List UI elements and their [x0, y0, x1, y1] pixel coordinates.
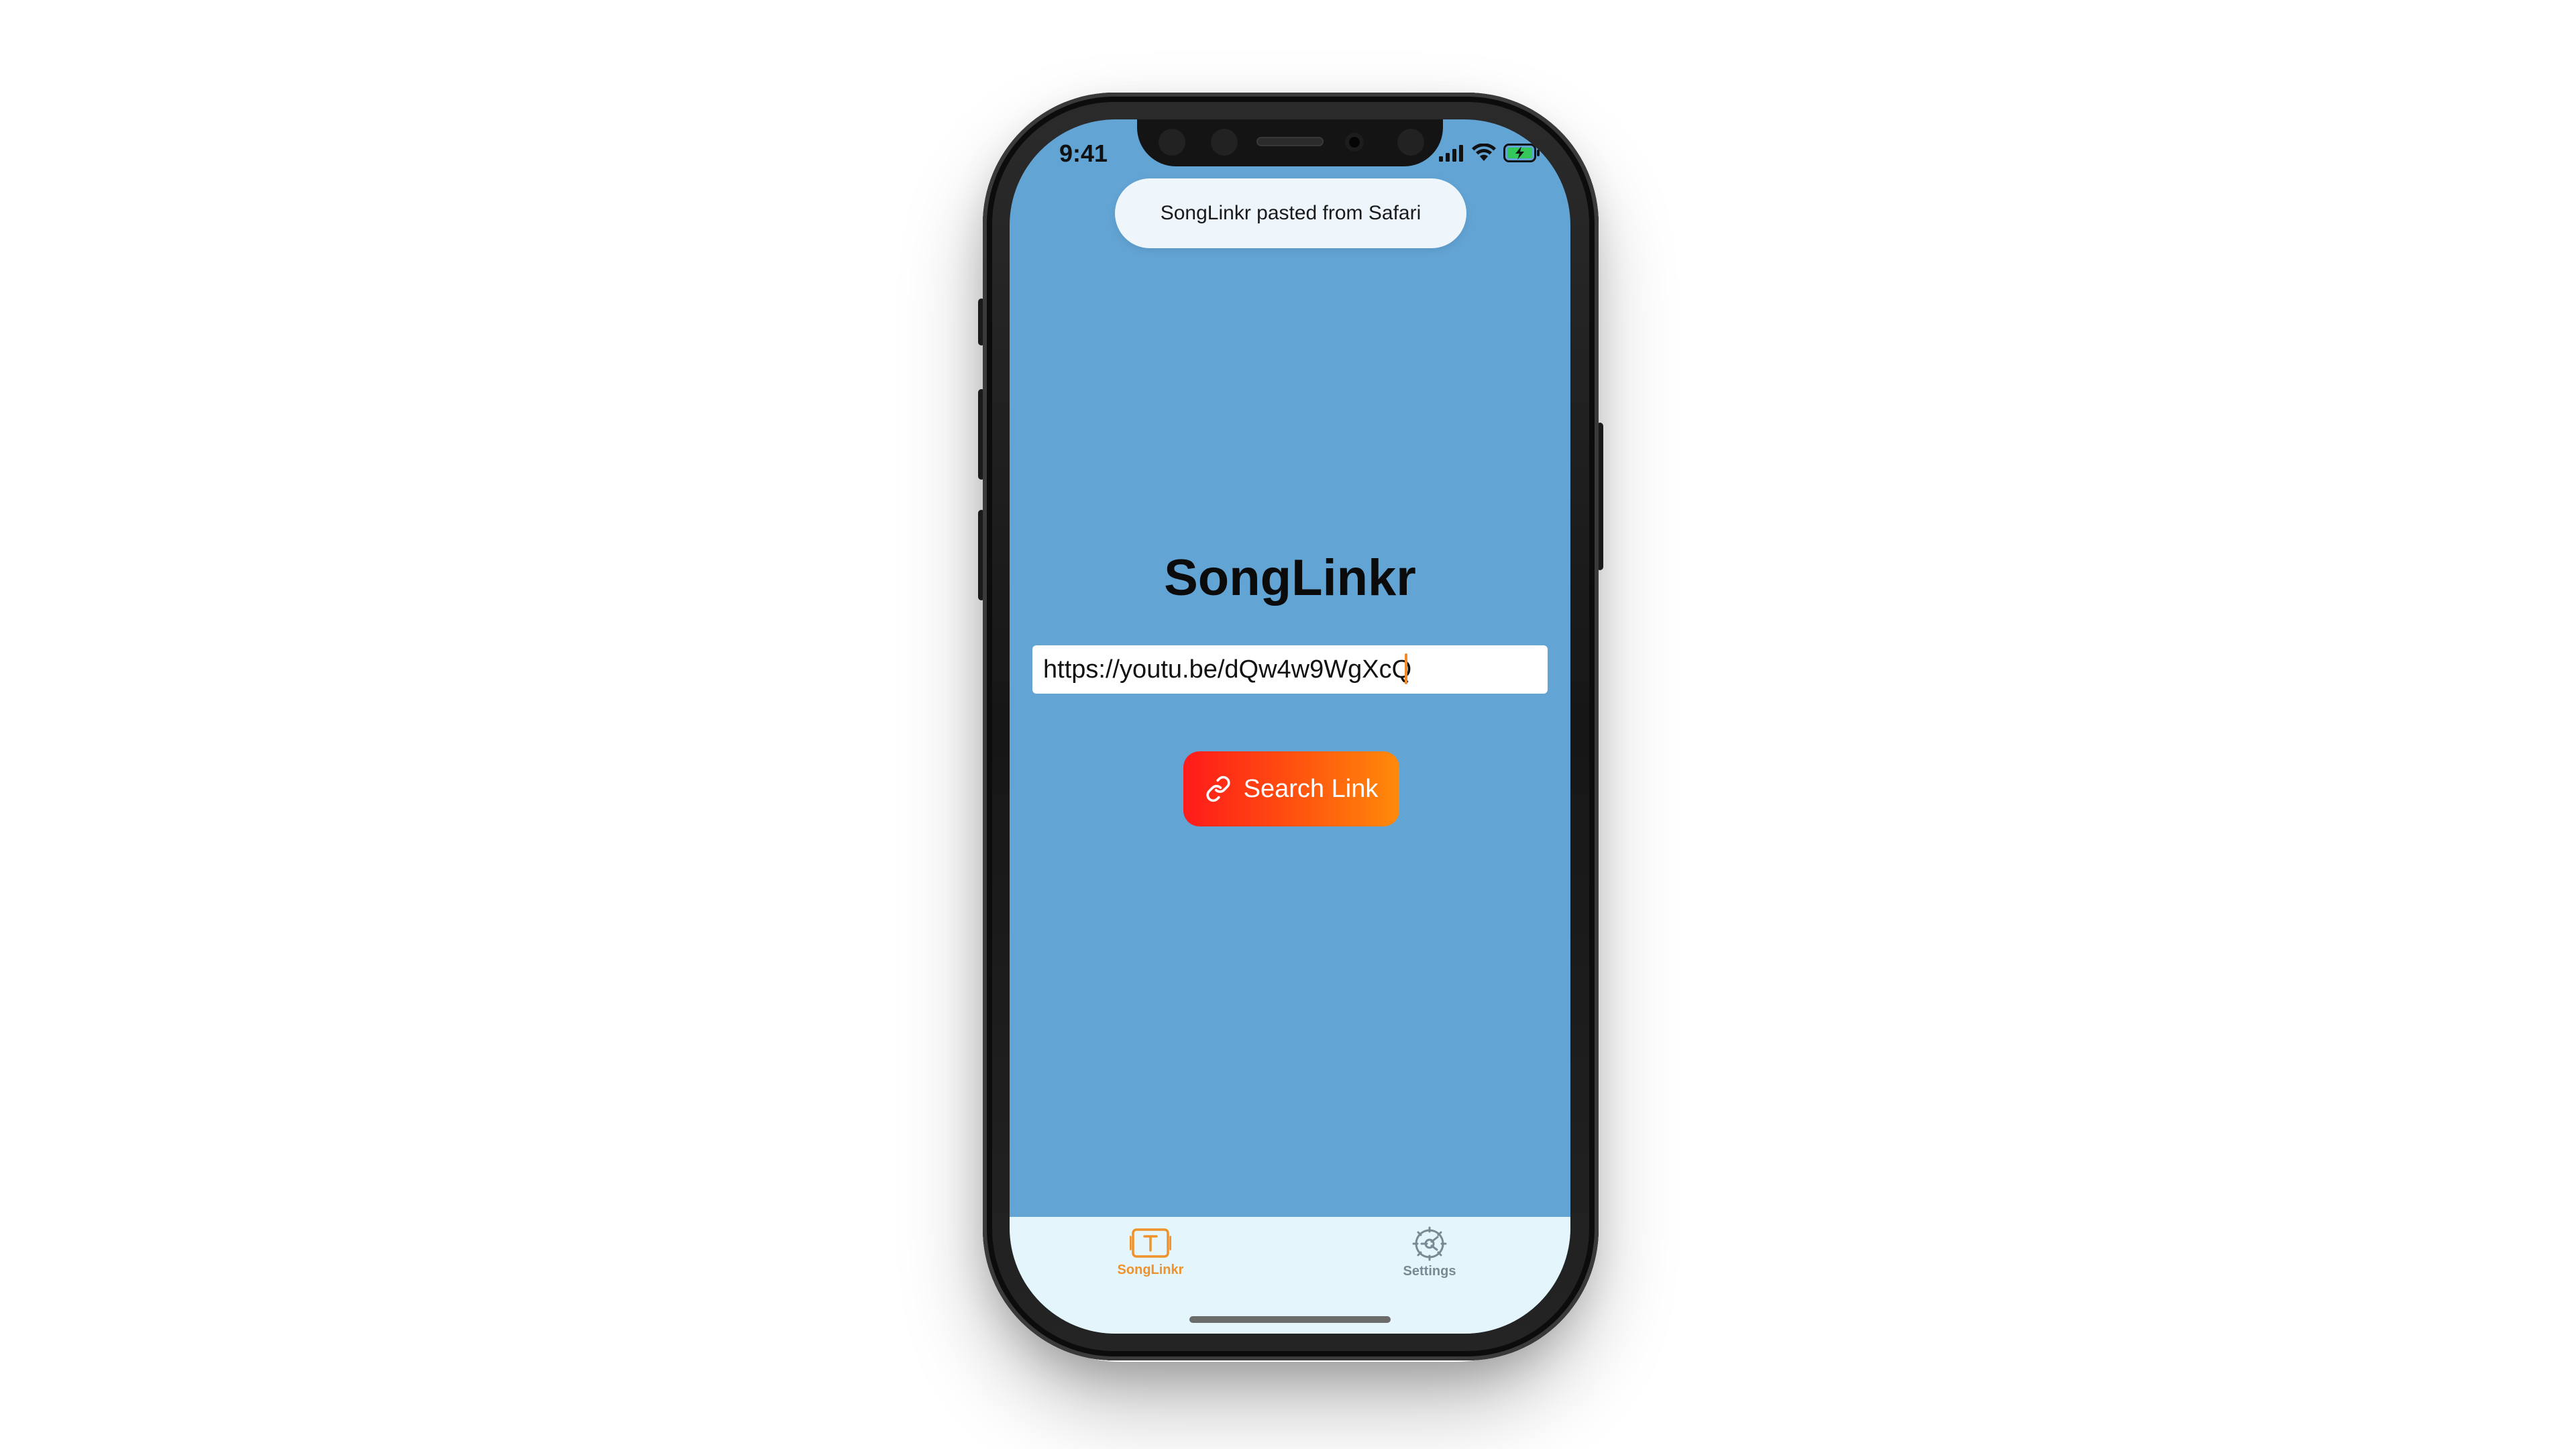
notch: [1137, 119, 1443, 166]
earpiece-speaker: [1256, 137, 1324, 146]
status-icons: [1439, 144, 1541, 162]
tab-settings-label: Settings: [1403, 1264, 1456, 1279]
url-input[interactable]: [1032, 645, 1548, 694]
app-title: SongLinkr: [1164, 549, 1416, 606]
tab-settings[interactable]: Settings: [1362, 1226, 1497, 1279]
sensor-dot: [1211, 129, 1238, 156]
tab-songlinkr[interactable]: SongLinkr: [1083, 1226, 1218, 1278]
sensor-dot: [1397, 129, 1424, 156]
gear-icon: [1412, 1226, 1447, 1261]
home-indicator[interactable]: [1189, 1316, 1391, 1323]
status-time: 9:41: [1059, 140, 1108, 167]
sensor-dot: [1159, 129, 1185, 156]
cellular-signal-icon: [1439, 145, 1463, 162]
battery-charging-icon: [1503, 144, 1540, 162]
text-caret: [1405, 653, 1407, 684]
text-box-icon: [1130, 1228, 1171, 1258]
search-link-button[interactable]: Search Link: [1183, 751, 1399, 826]
paste-notification-toast: SongLinkr pasted from Safari: [1115, 178, 1466, 248]
wifi-icon: [1472, 144, 1496, 161]
link-icon: [1206, 775, 1230, 802]
stage: 9:41 SongLinkr pasted from Safari SongLi…: [0, 0, 2576, 1449]
tab-songlinkr-label: SongLinkr: [1117, 1263, 1184, 1277]
phone-screen: 9:41 SongLinkr pasted from Safari SongLi…: [1010, 119, 1570, 1334]
search-link-label: Search Link: [1243, 774, 1379, 803]
front-camera: [1345, 133, 1364, 152]
